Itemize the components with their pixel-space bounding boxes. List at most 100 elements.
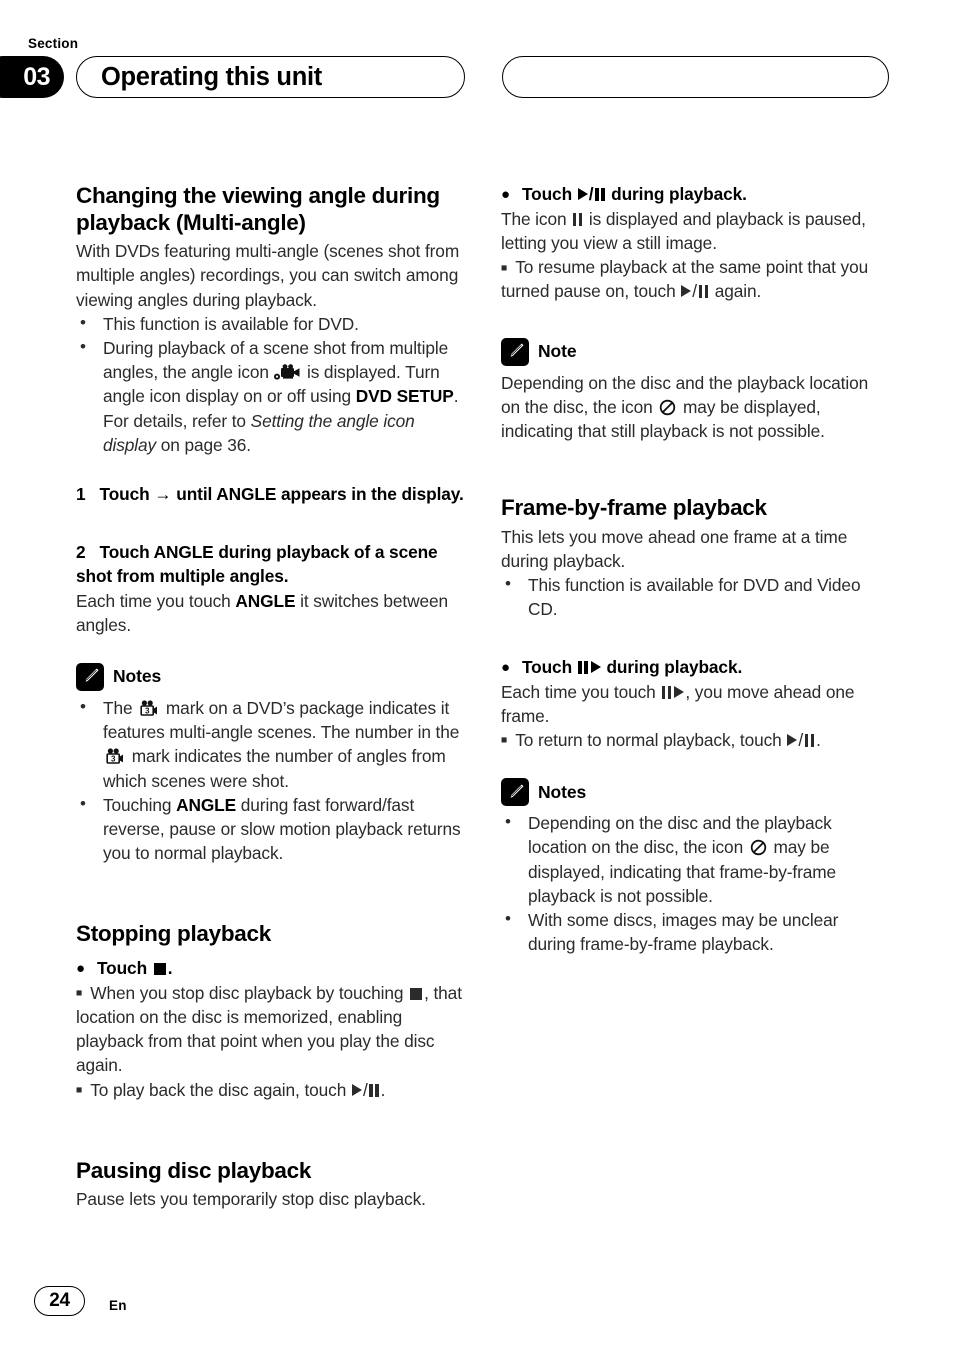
section-number-badge: 03 [0,56,64,98]
frame-note-2: With some discs, images may be unclear d… [528,909,839,955]
step-1-text-b: until ANGLE appears in the display. [176,483,464,504]
multi-angle-mark-icon: 3 [139,700,159,718]
pause-note-b: again. [714,281,762,302]
header-empty-pill [502,56,889,98]
frame-note-a: To return to normal playback, touch [515,729,782,750]
stop-note-2-b: . [380,1079,386,1100]
pause-icon [661,685,672,699]
play-icon [787,733,798,746]
pause-instruction: ● Touch / during playback. [501,184,747,204]
pause-note: ■ To resume playback at the same point th… [501,257,869,302]
frame-instruction: ● Touch during playback. [501,656,889,680]
note-header: Note [501,337,889,366]
step-2-number: 2 [76,541,86,562]
pause-icon [572,212,583,226]
frame-instruction-b: during playback. [606,656,743,677]
step-1: 1 Touch → until ANGLE appears in the disp… [76,483,464,507]
svg-text:3: 3 [111,755,116,764]
svg-text:3: 3 [145,706,150,715]
page-number-badge: 24 [34,1286,85,1316]
multi-angle-notes-list: The 3 mark on a DVD’s package indicates … [76,695,464,866]
pencil-icon [501,778,529,807]
square-bullet-icon: ■ [76,1084,83,1097]
multi-angle-mark-icon: 3 [105,748,125,766]
play-icon [577,188,588,200]
frame-intro: This lets you move ahead one frame at a … [501,526,848,572]
pause-body-a: The icon [501,208,567,229]
heading-pausing-playback: Pausing disc playback [76,1157,312,1183]
header-title-pill: Operating this unit [76,56,465,98]
stop-icon [153,962,166,975]
frame-notes-list: Depending on the disc and the playback l… [501,810,889,956]
note-text-c: mark indicates the number of angles from… [103,746,446,791]
still-playback-note: Depending on the disc and the playback l… [501,371,889,444]
note-title: Note [538,341,577,362]
arrow-right-icon: → [154,483,172,504]
list-item: With some discs, images may be unclear d… [501,907,889,956]
heading-stopping-playback: Stopping playback [76,921,271,947]
pausing-body: Pause lets you temporarily stop disc pla… [76,1189,426,1210]
prohibited-icon [750,838,767,856]
page-number: 24 [49,1290,70,1311]
page-header: Section 03 Operating this unit [0,36,954,106]
left-column: Changing the viewing angle during playba… [76,183,464,1212]
bullet-text: This function is available for DVD. [103,313,359,334]
notes-title: Notes [113,666,162,687]
note-text-a: The [103,697,133,718]
square-bullet-icon: ■ [501,734,508,747]
pause-instruction-b: during playback. [611,184,747,204]
pause-icon [578,660,589,674]
note2-text-a: Touching [103,794,172,815]
keyword-angle: ANGLE [176,794,237,815]
step-2-body: Each time you touch ANGLE it switches be… [76,589,464,637]
pause-icon [804,733,815,747]
heading-frame-by-frame: Frame-by-frame playback [501,495,767,521]
stop-instruction: ● Touch . [76,957,464,981]
frame-instruction-a: Touch [521,656,573,677]
list-item: Depending on the disc and the playback l… [501,810,889,908]
pause-instruction-a: Touch [521,184,573,204]
stop-instruction-text: Touch [96,957,148,978]
square-bullet-icon: ■ [76,987,83,1000]
stop-note-1-a: When you stop disc playback by touching [90,982,404,1003]
step-2-text: Touch ANGLE during playback of a scene s… [76,541,438,586]
section-number: 03 [23,62,50,91]
step-1-text-a: Touch [99,483,150,504]
bullet-dot-icon: ● [501,186,510,203]
pause-icon [594,188,605,201]
pencil-icon [76,662,104,691]
page-title: Operating this unit [101,62,322,91]
frame-note-b: . [816,729,821,750]
list-item: This function is available for DVD. [76,311,464,336]
stop-note-2-a: To play back the disc again, touch [90,1079,347,1100]
stop-instruction-tail: . [167,957,173,978]
step-1-number: 1 [76,483,86,504]
step-2-body-a: Each time you touch [76,590,231,611]
notes-header: Notes [76,662,464,691]
frame-body: Each time you touch , you move ahead one… [501,680,889,728]
prohibited-icon [659,398,676,416]
list-item: Touching ANGLE during fast forward/fast … [76,792,464,866]
frame-body-a: Each time you touch [501,681,656,702]
stop-note-2: ■ To play back the disc again, touch /. [76,1079,386,1100]
video-camera-icon [273,363,303,380]
stop-icon [410,987,423,1000]
frame-note: ■ To return to normal playback, touch /. [501,729,821,750]
bullet-text: This function is available for DVD and V… [528,575,861,620]
frame-bullets: This function is available for DVD and V… [501,572,889,621]
keyword-dvd-setup: DVD SETUP [355,386,454,407]
keyword-angle: ANGLE [235,590,296,611]
page-footer: 24 En [34,1286,127,1316]
play-icon [681,285,692,298]
list-item: This function is available for DVD and V… [501,572,889,621]
right-column: ● Touch / during playback. The icon is di… [501,183,889,956]
pause-icon [698,285,709,299]
frame-notes-title: Notes [538,781,587,802]
play-icon [351,1083,362,1096]
play-icon [674,685,685,698]
language-code: En [109,1298,127,1313]
pause-icon [369,1083,380,1097]
step-2: 2 Touch ANGLE during playback of a scene … [76,541,464,589]
heading-multi-angle: Changing the viewing angle during playba… [76,183,440,235]
multi-angle-bullets: This function is available for DVD. Duri… [76,311,464,457]
